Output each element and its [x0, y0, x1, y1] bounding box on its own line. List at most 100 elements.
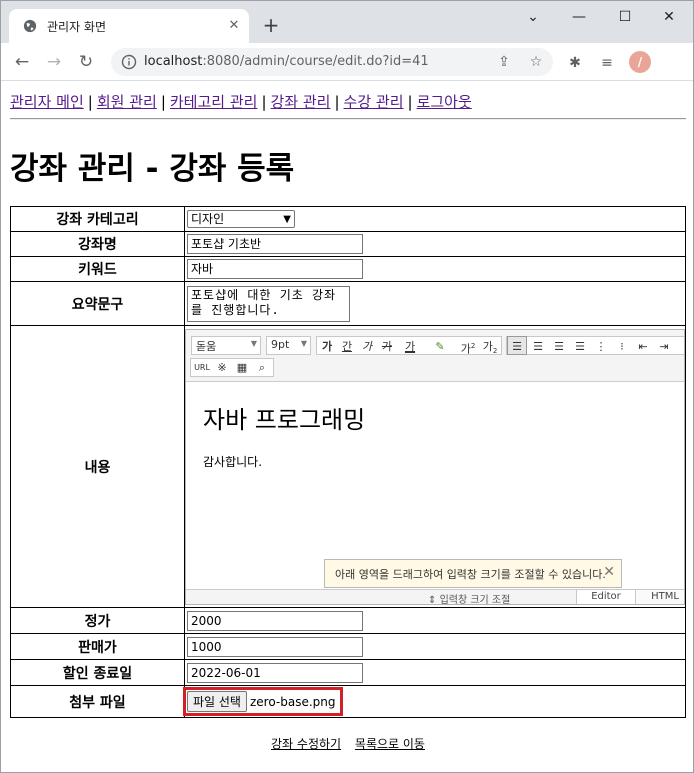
browser-toolbar: ← → ↻ localhost:8080/admin/course/edit.d… — [1, 43, 693, 81]
editor-paragraph: 감사합니다. — [203, 454, 263, 469]
browser-window: 관리자 화면 ✕ + ⌄ — ☐ ✕ ← → ↻ localhost:8080/… — [0, 0, 694, 773]
chevron-down-icon: ▼ — [283, 214, 291, 225]
resize-label: 입력창 크기 조절 — [439, 594, 511, 605]
rich-text-editor: 돋움 ▼ 9pt ▼ 가 간 가 가 가 ✎ 가2 가2 ☰ ☰ ☰ ☰ ⋮ ⁝… — [185, 328, 685, 605]
close-window-button[interactable]: ✕ — [657, 7, 681, 27]
sale-end-input[interactable]: 2022-06-01 — [187, 662, 363, 683]
url-text: localhost:8080/admin/course/edit.do?id=4… — [144, 54, 429, 69]
font-family-select[interactable]: 돋움 ▼ — [191, 335, 261, 355]
nav-link-courses[interactable]: 강좌 관리 — [271, 93, 331, 111]
superscript-label: 가 — [460, 342, 471, 356]
nav-link-logout[interactable]: 로그아웃 — [417, 93, 472, 111]
browser-tab[interactable]: 관리자 화면 ✕ — [9, 9, 249, 43]
align-justify-icon[interactable]: ☰ — [570, 336, 590, 355]
table-icon[interactable]: ▦ — [233, 361, 251, 375]
superscript-button[interactable]: 가2 — [458, 336, 478, 356]
font-size-select[interactable]: 9pt ▼ — [266, 335, 311, 355]
nav-separator: | — [160, 93, 166, 111]
editor-body[interactable]: 자바 프로그래밍 감사합니다. 아래 영역을 드래그하여 입력창 크기를 조절할… — [186, 382, 684, 589]
file-select-button[interactable]: 파일 선택 — [187, 691, 247, 712]
summary-cell: 포토샵에 대한 기초 강좌를 진행합니다. — [184, 281, 686, 326]
price-input[interactable]: 2000 — [187, 610, 363, 631]
sale-price-label: 판매가 — [10, 633, 185, 660]
forward-button[interactable]: → — [43, 51, 65, 73]
name-label: 강좌명 — [10, 231, 185, 257]
bold-button[interactable]: 가 — [317, 336, 337, 355]
nav-link-categories[interactable]: 카테고리 관리 — [170, 93, 258, 111]
close-icon[interactable]: ✕ — [225, 17, 243, 35]
align-right-icon[interactable]: ☰ — [549, 336, 569, 355]
price-cell: 2000 — [184, 607, 686, 634]
url-host: localhost — [144, 54, 203, 69]
name-input[interactable]: 포토샵 기초반 — [187, 234, 363, 254]
indent-icon[interactable]: ⇥ — [654, 336, 674, 355]
category-cell: 디자인 ▼ — [184, 206, 686, 232]
reload-button[interactable]: ↻ — [75, 51, 97, 73]
sale-price-input[interactable]: 1000 — [187, 636, 363, 657]
url-button[interactable]: URL — [193, 361, 211, 375]
course-form-table: 강좌 카테고리 디자인 ▼ 강좌명 포토샵 기초반 키워드 자바 요약문구 포토샵… — [10, 206, 686, 718]
content-label: 내용 — [10, 325, 185, 608]
nav-separator: | — [261, 93, 267, 111]
tab-editor[interactable]: Editor — [576, 588, 636, 604]
tab-html[interactable]: HTML — [635, 588, 684, 604]
strikethrough-button[interactable]: 가 — [377, 336, 397, 355]
page-title: 강좌 관리 - 강좌 등록 — [10, 151, 295, 187]
font-size-value: 9pt — [271, 337, 290, 351]
info-icon[interactable] — [121, 54, 137, 70]
nav-link-enrollment[interactable]: 수강 관리 — [344, 93, 404, 111]
new-tab-button[interactable]: + — [259, 13, 283, 37]
name-cell: 포토샵 기초반 — [184, 231, 686, 257]
form-actions: 강좌 수정하기 목록으로 이동 — [10, 735, 686, 752]
ordered-list-icon[interactable]: ⋮ — [591, 336, 611, 355]
resize-handle[interactable]: ⇕ 입력창 크기 조절 — [428, 591, 511, 605]
row-keyword: 키워드 자바 — [10, 256, 686, 282]
share-icon[interactable]: ⇪ — [495, 53, 513, 71]
unordered-list-icon[interactable]: ⁝ — [612, 336, 632, 355]
outdent-icon[interactable]: ⇤ — [633, 336, 653, 355]
extensions-icon[interactable]: ✱ — [565, 53, 585, 73]
content-cell: 돋움 ▼ 9pt ▼ 가 간 가 가 가 ✎ 가2 가2 ☰ ☰ ☰ ☰ ⋮ ⁝… — [184, 325, 686, 608]
row-category: 강좌 카테고리 디자인 ▼ — [10, 206, 686, 232]
minimize-button[interactable]: — — [567, 7, 591, 27]
file-input-highlight: 파일 선택 zero-base.png — [183, 687, 343, 716]
back-to-list-link[interactable]: 목록으로 이동 — [355, 737, 425, 751]
file-name: zero-base.png — [249, 695, 336, 709]
font-color-button[interactable]: 가 — [397, 336, 423, 355]
file-label: 첨부 파일 — [10, 685, 185, 718]
keyword-input[interactable]: 자바 — [187, 259, 363, 279]
media-icon[interactable]: ≡ — [597, 53, 617, 73]
summary-textarea[interactable]: 포토샵에 대한 기초 강좌를 진행합니다. — [187, 285, 350, 322]
subscript-button[interactable]: 가2 — [480, 336, 500, 355]
category-select[interactable]: 디자인 ▼ — [187, 210, 295, 228]
nav-link-admin-main[interactable]: 관리자 메인 — [10, 93, 84, 111]
chevron-down-icon: ▼ — [250, 338, 257, 348]
find-icon[interactable]: ⌕ — [253, 361, 271, 375]
file-cell: 파일 선택 zero-base.png — [183, 685, 686, 718]
keyword-cell: 자바 — [184, 256, 686, 282]
category-select-value: 디자인 — [191, 212, 225, 226]
back-button[interactable]: ← — [11, 51, 33, 73]
align-center-icon[interactable]: ☰ — [528, 336, 548, 355]
align-left-icon[interactable]: ☰ — [507, 335, 527, 355]
globe-icon — [23, 19, 37, 33]
underline-button[interactable]: 간 — [337, 336, 357, 355]
font-family-value: 돋움 — [196, 339, 217, 353]
address-bar[interactable]: localhost:8080/admin/course/edit.do?id=4… — [111, 48, 553, 76]
special-char-icon[interactable]: ※ — [213, 361, 231, 375]
avatar[interactable]: / — [629, 51, 651, 73]
highlight-icon[interactable]: ✎ — [427, 336, 453, 355]
row-sale-price: 판매가 1000 — [10, 633, 686, 660]
italic-button[interactable]: 가 — [357, 336, 377, 355]
sale-end-cell: 2022-06-01 — [184, 659, 686, 686]
subscript-label: 가 — [482, 339, 493, 353]
maximize-button[interactable]: ☐ — [613, 7, 637, 27]
star-icon[interactable]: ☆ — [527, 53, 545, 71]
updown-icon: ⇕ — [428, 594, 440, 605]
nav-link-members[interactable]: 회원 관리 — [97, 93, 157, 111]
row-file: 첨부 파일 파일 선택 zero-base.png — [10, 685, 686, 718]
insert-button-group: URL ※ ▦ ⌕ — [190, 357, 274, 377]
submit-course-link[interactable]: 강좌 수정하기 — [271, 737, 341, 751]
chevron-down-icon[interactable]: ⌄ — [521, 7, 545, 27]
close-icon[interactable]: ✕ — [603, 564, 615, 580]
